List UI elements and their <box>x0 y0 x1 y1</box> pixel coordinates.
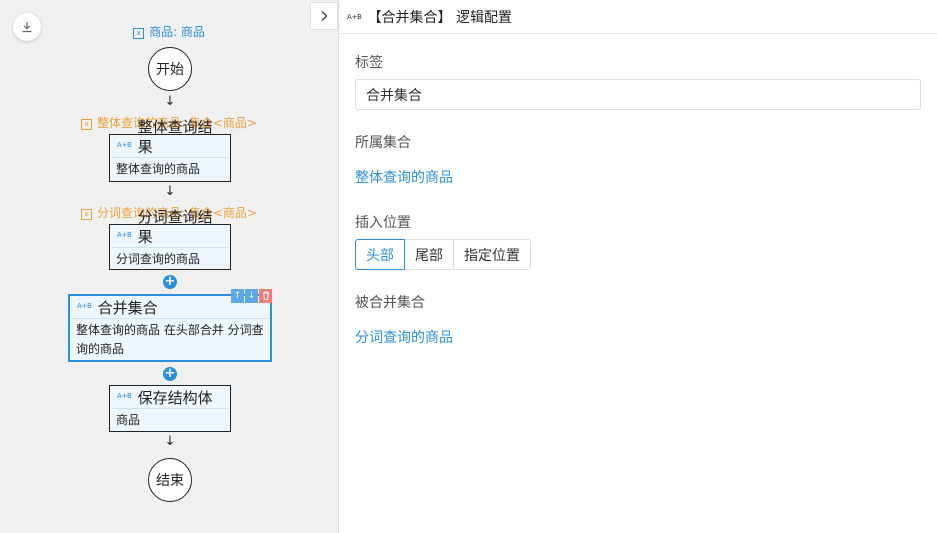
collection-caption: 所属集合 <box>355 135 411 151</box>
position-custom-button[interactable]: 指定位置 <box>453 239 531 270</box>
add-node-button[interactable]: + <box>163 367 177 381</box>
chevron-right-icon <box>321 11 328 21</box>
config-panel: A+B 【合并集合】 逻辑配置 标签 所属集合 整体查询的商品 插入位置 头部 … <box>310 0 937 533</box>
merge-icon: A+B <box>117 141 132 149</box>
flow-arrow: ↓ <box>164 434 176 449</box>
node-title: 合并集合 <box>97 299 158 317</box>
move-down-icon[interactable]: ↓ <box>245 289 258 303</box>
start-node-label: 开始 <box>156 62 184 78</box>
node-segmented-query-result[interactable]: A+B 分词查询结果 分词查询的商品 <box>109 208 231 270</box>
node-save-struct[interactable]: A+B 保存结构体 商品 <box>109 385 231 432</box>
variable-icon: x <box>81 119 93 130</box>
node-body: 商品 <box>116 413 141 427</box>
label-input[interactable] <box>355 79 921 110</box>
flow-arrow: ↓ <box>164 94 176 109</box>
node-body: 分词查询的商品 <box>116 252 201 266</box>
merge-icon: A+B <box>347 12 362 21</box>
merge-icon: A+B <box>77 302 92 310</box>
collapse-panel-button[interactable] <box>310 2 338 30</box>
node-toolbar: ↑ ↓ <box>231 289 272 303</box>
position-tail-button[interactable]: 尾部 <box>404 239 454 270</box>
node-title: 分词查询结果 <box>137 208 213 246</box>
start-variable: x 商品: 商品 <box>0 25 338 39</box>
start-node[interactable]: 开始 <box>148 47 192 91</box>
variable-icon: x <box>133 28 145 39</box>
collection-link[interactable]: 整体查询的商品 <box>355 167 453 187</box>
position-selector: 头部 尾部 指定位置 <box>355 239 531 270</box>
position-caption: 插入位置 <box>355 215 411 231</box>
node-overall-query-result[interactable]: A+B 整体查询结果 整体查询的商品 <box>109 118 231 182</box>
node-title: 整体查询结果 <box>137 118 213 156</box>
end-node[interactable]: 结束 <box>148 458 192 502</box>
node-header: A+B 分词查询结果 <box>112 208 228 248</box>
node-merge-collection[interactable]: ↑ ↓ A+B 合并集合 整体查询的商品 在头部合并 分词查询的商品 <box>68 289 272 362</box>
start-variable-text: 商品: 商品 <box>149 25 205 39</box>
merge-icon: A+B <box>117 231 132 239</box>
label-caption: 标签 <box>355 55 383 71</box>
node-body: 整体查询的商品 <box>116 162 201 176</box>
panel-header: A+B 【合并集合】 逻辑配置 <box>310 0 937 34</box>
position-head-button[interactable]: 头部 <box>355 239 405 270</box>
flow-arrow: ↓ <box>164 184 176 199</box>
panel-title: 【合并集合】 逻辑配置 <box>367 9 513 26</box>
variable-icon: x <box>81 209 93 220</box>
flow-canvas[interactable]: x 商品: 商品 开始 ↓ x 整体查询的商品: 集合<商品> A+B 整体查询结果… <box>0 0 339 533</box>
add-node-button[interactable]: + <box>163 275 177 289</box>
merged-caption: 被合并集合 <box>355 295 425 311</box>
merge-icon: A+B <box>117 392 132 400</box>
node-body: 整体查询的商品 在头部合并 分词查询的商品 <box>76 323 264 356</box>
move-up-icon[interactable]: ↑ <box>231 289 244 303</box>
delete-icon[interactable] <box>259 289 272 303</box>
merged-collection-link[interactable]: 分词查询的商品 <box>355 327 453 347</box>
node-header: A+B 整体查询结果 <box>112 118 228 158</box>
end-node-label: 结束 <box>156 473 184 489</box>
node-header: A+B 保存结构体 <box>112 386 228 409</box>
node-title: 保存结构体 <box>137 389 213 407</box>
